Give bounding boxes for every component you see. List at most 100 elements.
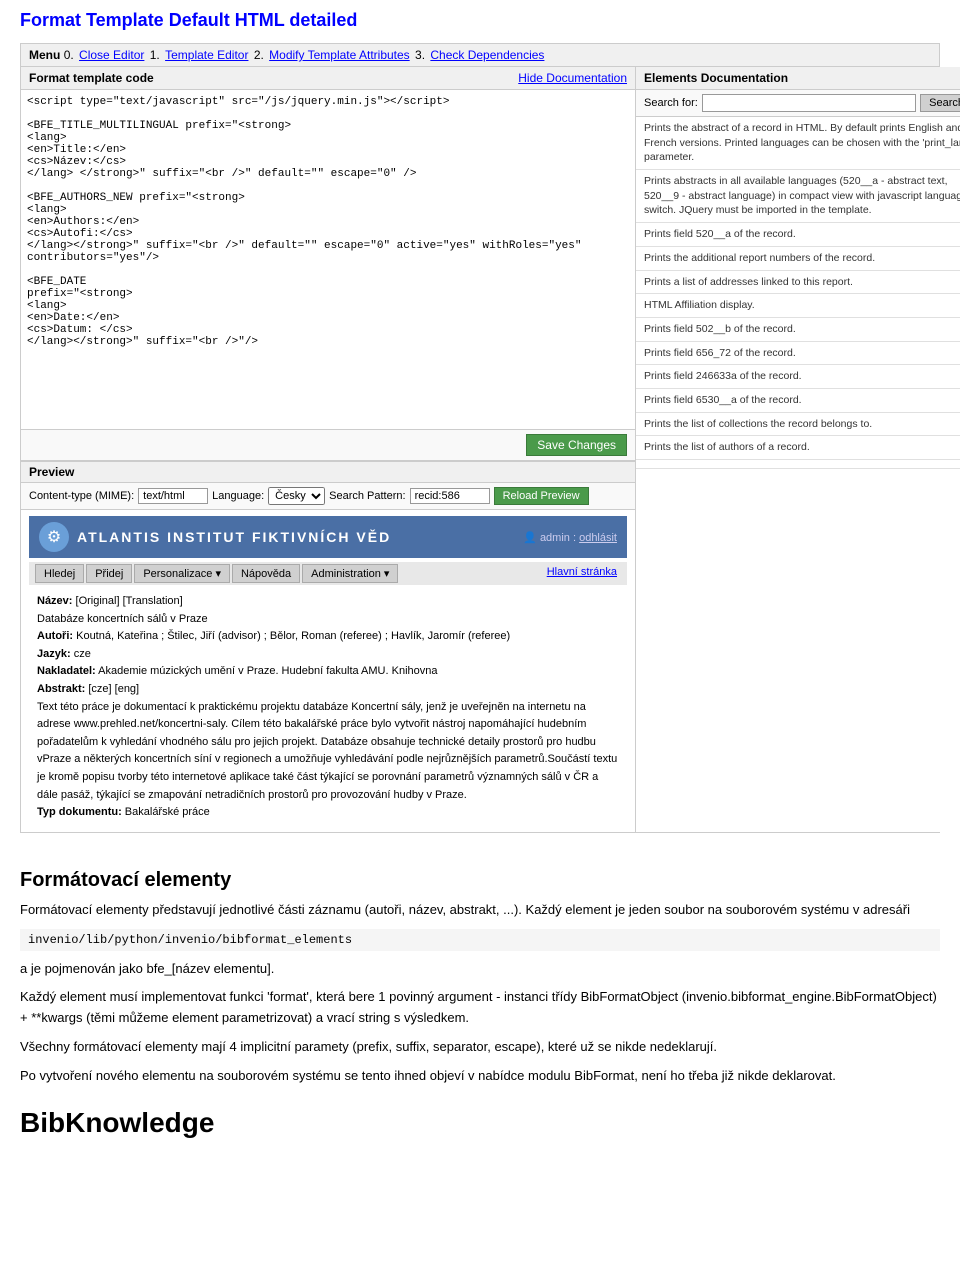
left-panel: Format template code Hide Documentation … [21, 67, 636, 832]
publisher-value: Akademie múzických umění v Praze. Hudebn… [98, 665, 437, 677]
hide-documentation-link[interactable]: Hide Documentation [518, 71, 627, 85]
doc-item-10: Prints the list of collections the recor… [636, 413, 960, 437]
doc-item-3: Prints the additional report numbers of … [636, 247, 960, 271]
doc-item-8: Prints field 246633a of the record. [636, 365, 960, 389]
doc-item-2: Prints field 520__a of the record. [636, 223, 960, 247]
doc-desc-9: Prints field 6530__a of the record. [644, 393, 960, 408]
code-panel-header: Format template code Hide Documentation [21, 67, 635, 90]
language-value: cze [74, 648, 91, 660]
menu-item-3: 3. Check Dependencies [415, 48, 546, 62]
section1-code: invenio/lib/python/invenio/bibformat_ele… [20, 929, 940, 951]
authors-field-label: Autoři: [37, 630, 73, 642]
atlantis-header: ⚙ Atlantis Institut Fiktivních Věd 👤 adm… [29, 516, 627, 558]
search-row: Search for: Search [636, 90, 960, 117]
atlantis-user-info: 👤 admin : odhlásit [523, 531, 617, 544]
doc-desc-11: Prints the list of authors of a record. [644, 440, 960, 455]
menu-item-0: 0. Close Editor [64, 48, 147, 62]
main-page-link[interactable]: Hlavní stránka [543, 564, 621, 583]
body-content: Formátovací elementy Formátovací element… [20, 843, 940, 1157]
nav-administration[interactable]: Administration ▾ [302, 564, 398, 583]
section1-para5: Po vytvoření nového elementu na souborov… [20, 1066, 940, 1087]
abstract-field-label: Abstrakt: [37, 683, 85, 695]
doc-type-label: Typ dokumentu: [37, 806, 122, 818]
preview-section: Preview Content-type (MIME): Language: Č… [21, 461, 635, 832]
preview-header: Preview [21, 462, 635, 483]
menu-item-1: 1. Template Editor [150, 48, 251, 62]
atlantis-username: admin [540, 532, 570, 544]
doc-item-6: Prints field 502__b of the record. [636, 318, 960, 342]
menu-modify-template[interactable]: Modify Template Attributes [269, 48, 410, 62]
doc-item-12 [636, 460, 960, 469]
menu-label: Menu [29, 48, 60, 62]
abstract-text: Text této práce je dokumentací k praktic… [37, 699, 619, 805]
search-pattern-label: Search Pattern: [329, 490, 405, 502]
doc-desc-8: Prints field 246633a of the record. [644, 369, 960, 384]
right-panel-header: Elements Documentation [636, 67, 960, 90]
doc-desc-3: Prints the additional report numbers of … [644, 251, 960, 266]
title-value: [Original] [Translation] [76, 595, 183, 607]
doc-item-7: Prints field 656_72 of the record. [636, 342, 960, 366]
section2-heading: BibKnowledge [20, 1107, 940, 1139]
doc-desc-5: HTML Affiliation display. [644, 298, 960, 313]
doc-desc-2: Prints field 520__a of the record. [644, 227, 960, 242]
docs-search-input[interactable] [702, 94, 916, 112]
nav-personalizace[interactable]: Personalizace ▾ [134, 564, 230, 583]
doc-item-0: Prints the abstract of a record in HTML.… [636, 117, 960, 170]
two-col-layout: Format template code Hide Documentation … [21, 67, 939, 832]
content-type-input[interactable] [138, 488, 208, 504]
doc-item-4: Prints a list of addresses linked to thi… [636, 271, 960, 295]
language-label: Language: [212, 490, 264, 502]
subtitle: Databáze koncertních sálů v Praze [37, 611, 619, 629]
reload-preview-button[interactable]: Reload Preview [494, 487, 589, 505]
section1-para4: Všechny formátovací elementy mají 4 impl… [20, 1037, 940, 1058]
preview-content: ⚙ Atlantis Institut Fiktivních Věd 👤 adm… [21, 510, 635, 832]
doc-type-value: Bakalářské práce [125, 806, 210, 818]
title-field-label: Název: [37, 595, 72, 607]
doc-item-11: Prints the list of authors of a record. [636, 436, 960, 460]
doc-item-9: Prints field 6530__a of the record. [636, 389, 960, 413]
search-for-label: Search for: [644, 97, 698, 109]
doc-item-5: HTML Affiliation display. [636, 294, 960, 318]
doc-desc-1: Prints abstracts in all available langua… [644, 174, 960, 218]
menu-check-deps[interactable]: Check Dependencies [430, 48, 544, 62]
doc-desc-4: Prints a list of addresses linked to thi… [644, 275, 960, 290]
section1-heading: Formátovací elementy [20, 869, 940, 892]
section1-para3: Každý element musí implementovat funkci … [20, 987, 940, 1029]
section1-para2: a je pojmenován jako bfe_[název elementu… [20, 959, 940, 980]
doc-desc-6: Prints field 502__b of the record. [644, 322, 960, 337]
atlantis-logo: ⚙ Atlantis Institut Fiktivních Věd [39, 522, 391, 552]
doc-item-1: Prints abstracts in all available langua… [636, 170, 960, 223]
nav-napoveda[interactable]: Nápověda [232, 564, 300, 583]
menu-close-editor[interactable]: Close Editor [79, 48, 144, 62]
menu-template-editor[interactable]: Template Editor [165, 48, 248, 62]
atlantis-nav: Hledej Přidej Personalizace ▾ Nápověda A… [29, 562, 627, 585]
language-select[interactable]: Česky [268, 487, 325, 505]
docs-search-button[interactable]: Search [920, 94, 960, 112]
section1-para1: Formátovací elementy představují jednotl… [20, 900, 940, 921]
code-editor-area[interactable]: <script type="text/javascript" src="/js/… [21, 90, 635, 430]
search-pattern-input[interactable] [410, 488, 490, 504]
menu-bar: Menu 0. Close Editor 1. Template Editor … [21, 44, 939, 67]
language-field-label: Jazyk: [37, 648, 71, 660]
abstract-langs: [cze] [eng] [88, 683, 139, 695]
save-changes-button[interactable]: Save Changes [526, 434, 627, 456]
page-title: Format Template Default HTML detailed [20, 10, 940, 31]
nav-pridej[interactable]: Přidej [86, 564, 132, 583]
doc-desc-0: Prints the abstract of a record in HTML.… [644, 121, 960, 165]
menu-item-2: 2. Modify Template Attributes [254, 48, 412, 62]
code-header-label: Format template code [29, 71, 154, 85]
right-panel: Elements Documentation Search for: Searc… [636, 67, 960, 832]
preview-controls: Content-type (MIME): Language: Česky Sea… [21, 483, 635, 510]
atlantis-logout-link[interactable]: odhlásit [579, 532, 617, 544]
save-button-row: Save Changes [21, 430, 635, 461]
docs-list: Prints the abstract of a record in HTML.… [636, 117, 960, 677]
content-type-label: Content-type (MIME): [29, 490, 134, 502]
atlantis-logo-icon: ⚙ [39, 522, 69, 552]
publisher-field-label: Nakladatel: [37, 665, 96, 677]
authors-value: Koutná, Kateřina ; Štilec, Jiří (advisor… [76, 630, 510, 642]
record-info: Název: [Original] [Translation] Databáze… [29, 589, 627, 826]
nav-hledej[interactable]: Hledej [35, 564, 84, 583]
atlantis-institute-name: Atlantis Institut Fiktivních Věd [77, 529, 391, 545]
doc-desc-7: Prints field 656_72 of the record. [644, 346, 960, 361]
main-container: Menu 0. Close Editor 1. Template Editor … [20, 43, 940, 833]
